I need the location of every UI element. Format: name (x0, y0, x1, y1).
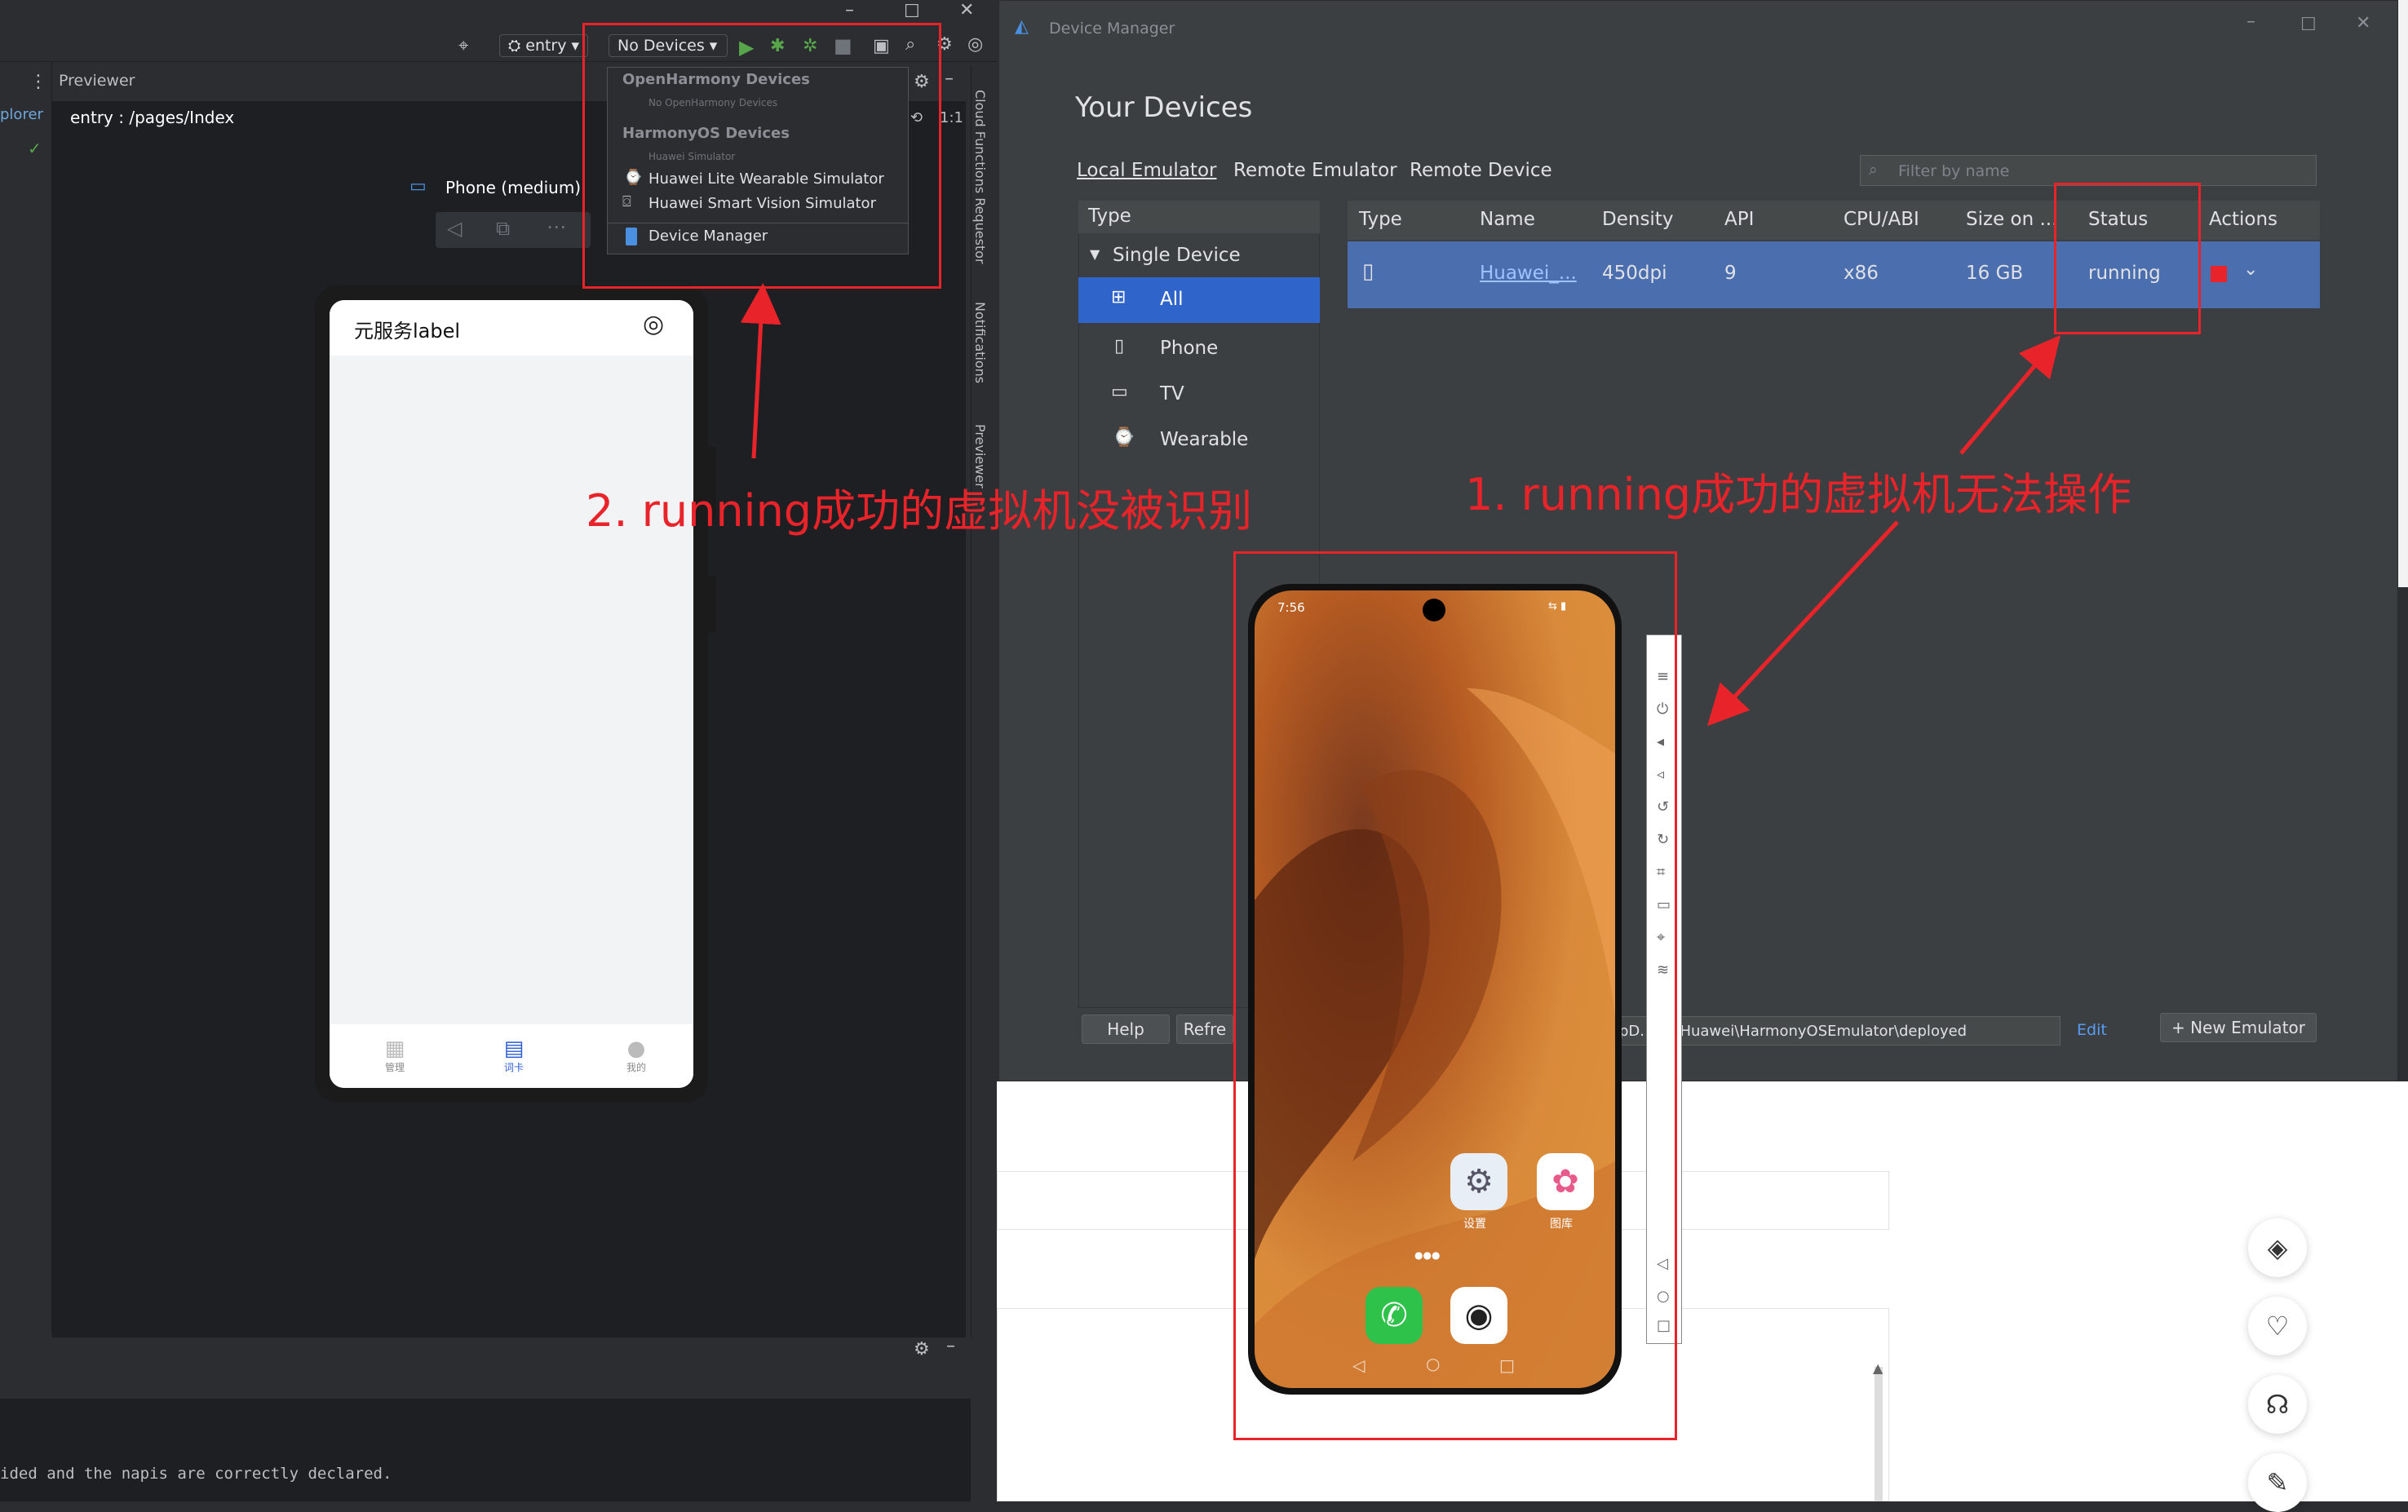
annotation-label-2: 2. running成功的虚拟机没被识别 (586, 485, 1253, 537)
annotation-label-1: 1. running成功的虚拟机无法操作 (1465, 469, 2132, 520)
annotation-arrows (740, 283, 2061, 727)
